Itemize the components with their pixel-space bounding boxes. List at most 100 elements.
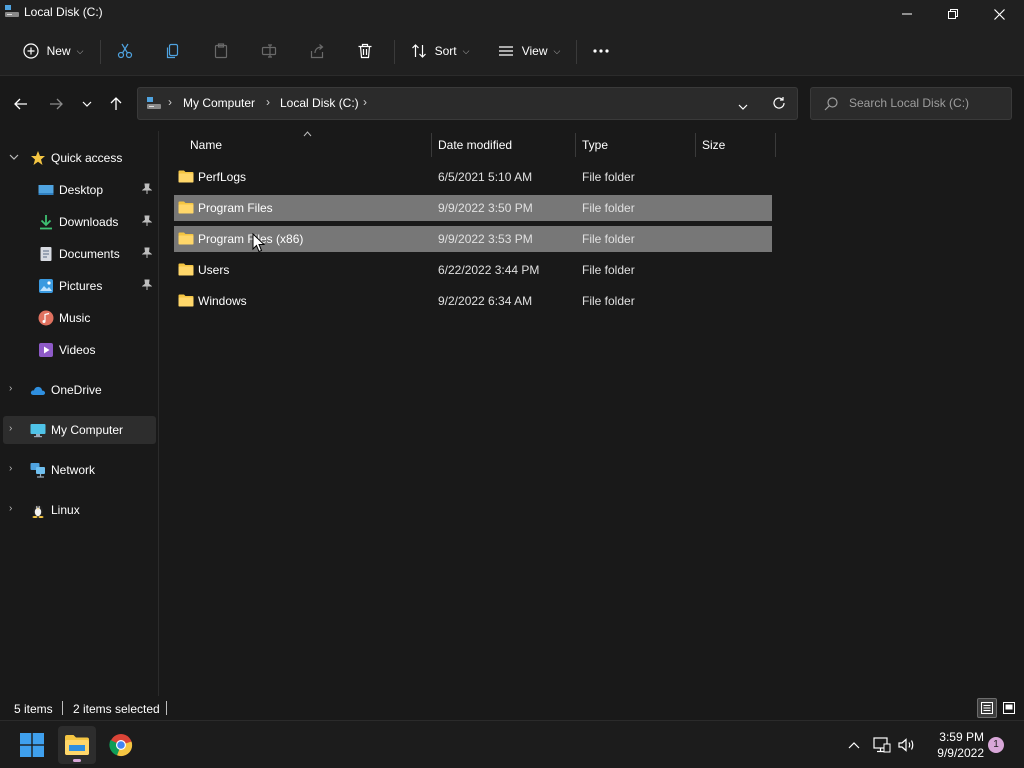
divider xyxy=(166,701,167,715)
show-hidden-icons-button[interactable] xyxy=(843,735,865,755)
item-count: 5 items xyxy=(14,702,53,716)
sidebar-item-downloads[interactable]: Downloads xyxy=(3,208,156,236)
chrome-icon xyxy=(109,734,133,757)
table-row[interactable]: Program Files 9/9/2022 3:50 PM File fold… xyxy=(174,195,772,221)
notification-badge[interactable]: 1 xyxy=(988,737,1004,753)
pictures-icon xyxy=(39,279,53,293)
refresh-icon xyxy=(773,97,785,109)
window-title: Local Disk (C:) xyxy=(24,5,103,19)
taskbar-chrome[interactable] xyxy=(102,726,140,764)
large-icons-view-button[interactable] xyxy=(999,698,1019,718)
sidebar-item-music[interactable]: Music xyxy=(3,304,156,332)
refresh-button[interactable] xyxy=(772,96,786,113)
volume-button[interactable] xyxy=(896,735,918,755)
file-type: File folder xyxy=(582,201,635,215)
paste-button[interactable] xyxy=(206,36,236,66)
column-header-name[interactable]: Name xyxy=(190,138,222,152)
file-list: Name Date modified Type Size PerfLogs 6/… xyxy=(160,131,1024,696)
restore-button[interactable] xyxy=(930,0,976,28)
search-box[interactable] xyxy=(810,87,1012,120)
minimize-icon xyxy=(902,13,912,15)
new-button[interactable]: New ⌵ xyxy=(16,36,90,66)
sort-label: Sort xyxy=(434,44,457,58)
table-row[interactable]: PerfLogs 6/5/2021 5:10 AM File folder xyxy=(174,164,772,190)
close-button[interactable] xyxy=(976,0,1022,28)
active-indicator xyxy=(73,759,81,762)
address-bar[interactable]: › My Computer › Local Disk (C:) › xyxy=(137,87,798,120)
copy-button[interactable] xyxy=(158,36,188,66)
divider xyxy=(100,40,101,64)
sidebar-item-label: Downloads xyxy=(59,215,119,229)
sidebar-item-network[interactable]: › Network xyxy=(3,456,156,484)
forward-button[interactable] xyxy=(43,91,69,117)
onedrive-icon xyxy=(30,386,46,395)
sort-button[interactable]: Sort ⌵ xyxy=(404,36,476,66)
delete-button[interactable] xyxy=(350,36,380,66)
file-type: File folder xyxy=(582,170,635,184)
desktop-icon xyxy=(38,185,54,195)
chevron-right-icon: › xyxy=(9,423,13,434)
sidebar-item-pictures[interactable]: Pictures xyxy=(3,272,156,300)
pane-divider[interactable] xyxy=(158,131,159,696)
minimize-button[interactable] xyxy=(884,0,930,28)
column-divider[interactable] xyxy=(775,133,776,157)
column-header-size[interactable]: Size xyxy=(702,138,725,152)
share-button[interactable] xyxy=(302,36,332,66)
restore-icon xyxy=(948,9,958,19)
folder-icon xyxy=(178,263,194,276)
sidebar-item-quick-access[interactable]: Quick access xyxy=(3,144,156,172)
share-icon xyxy=(310,44,324,59)
address-history-button[interactable] xyxy=(738,99,748,113)
up-button[interactable] xyxy=(103,91,129,117)
sidebar-item-my-computer[interactable]: › My Computer xyxy=(3,416,156,444)
clock-time: 3:59 PM xyxy=(939,730,984,744)
windows-logo-icon xyxy=(20,733,44,757)
column-divider[interactable] xyxy=(575,133,576,157)
sidebar-item-label: OneDrive xyxy=(51,383,102,397)
more-options-button[interactable] xyxy=(586,36,616,66)
chevron-down-icon xyxy=(738,104,748,110)
network-status-button[interactable] xyxy=(871,735,893,755)
details-view-button[interactable] xyxy=(977,698,997,718)
documents-icon xyxy=(40,247,52,261)
breadcrumb-my-computer[interactable]: My Computer xyxy=(183,96,255,110)
table-row[interactable]: Windows 9/2/2022 6:34 AM File folder xyxy=(174,288,772,314)
chevron-right-icon: › xyxy=(9,503,13,514)
sidebar-item-onedrive[interactable]: › OneDrive xyxy=(3,376,156,404)
sidebar-item-label: Desktop xyxy=(59,183,104,197)
sidebar-item-videos[interactable]: Videos xyxy=(3,336,156,364)
table-row[interactable]: Users 6/22/2022 3:44 PM File folder xyxy=(174,257,772,283)
cut-button[interactable] xyxy=(110,36,140,66)
chevron-down-icon xyxy=(82,101,92,107)
column-header-date-modified[interactable]: Date modified xyxy=(438,138,512,152)
sidebar-item-linux[interactable]: › Linux xyxy=(3,496,156,524)
breadcrumb-local-disk[interactable]: Local Disk (C:) xyxy=(280,96,359,110)
view-button[interactable]: View ⌵ xyxy=(492,36,566,66)
sidebar-item-label: Quick access xyxy=(51,151,123,165)
column-header-type[interactable]: Type xyxy=(582,138,608,152)
column-divider[interactable] xyxy=(431,133,432,157)
taskbar-file-explorer[interactable] xyxy=(58,726,96,764)
sidebar-item-desktop[interactable]: Desktop xyxy=(3,176,156,204)
rename-button[interactable] xyxy=(254,36,284,66)
sidebar-item-label: Documents xyxy=(59,247,120,261)
music-icon xyxy=(38,310,54,326)
arrow-up-icon xyxy=(110,97,122,110)
file-name: PerfLogs xyxy=(198,170,247,184)
back-button[interactable] xyxy=(8,91,34,117)
recent-locations-button[interactable] xyxy=(74,91,100,117)
file-date: 9/9/2022 3:50 PM xyxy=(438,201,533,215)
sidebar-item-documents[interactable]: Documents xyxy=(3,240,156,268)
network-status-icon xyxy=(873,737,891,753)
paste-icon xyxy=(214,43,228,59)
search-input[interactable] xyxy=(849,96,1004,110)
drive-icon xyxy=(147,97,161,109)
trash-icon xyxy=(358,43,372,59)
clock[interactable]: 3:59 PM 9/9/2022 xyxy=(924,729,984,761)
sort-icon xyxy=(411,44,426,58)
close-icon xyxy=(993,8,1005,20)
column-divider[interactable] xyxy=(695,133,696,157)
start-button[interactable] xyxy=(13,726,51,764)
file-date: 6/5/2021 5:10 AM xyxy=(438,170,533,184)
speaker-icon xyxy=(898,738,914,752)
